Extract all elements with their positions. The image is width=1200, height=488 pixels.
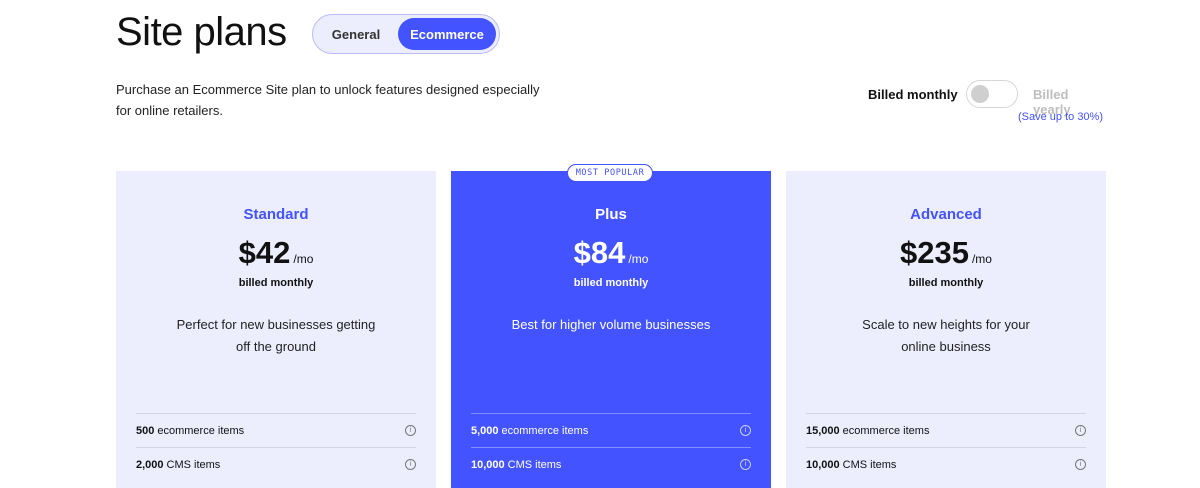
description-line: Best for higher volume businesses	[511, 317, 711, 332]
billed-note: billed monthly	[573, 277, 649, 289]
info-icon[interactable]: i	[1075, 459, 1086, 470]
plan-price: $84	[573, 235, 626, 270]
save-note: (Save up to 30%)	[1018, 111, 1103, 123]
feature-qty: 10,000	[806, 458, 840, 471]
billed-note: billed monthly	[908, 277, 984, 289]
plan-description: Best for higher volume businesses	[491, 314, 731, 336]
feature-label: ecommerce items	[842, 424, 930, 437]
plan-price: $42	[238, 235, 291, 270]
feature-text: 5,000 ecommerce items	[471, 425, 588, 437]
feature-qty: 15,000	[806, 424, 840, 437]
info-icon[interactable]: i	[1075, 425, 1086, 436]
info-icon[interactable]: i	[405, 459, 416, 470]
billing-toggle[interactable]	[966, 80, 1018, 108]
feature-text: 500 ecommerce items	[136, 425, 244, 437]
intro-text: Purchase an Ecommerce Site plan to unloc…	[116, 79, 566, 121]
feature-list: 15,000 ecommerce items i 10,000 CMS items …	[806, 413, 1086, 481]
intro-line: for online retailers.	[116, 103, 223, 118]
info-icon[interactable]: i	[740, 459, 751, 470]
description-line: Scale to new heights for your	[862, 317, 1030, 332]
plan-card-advanced: Advanced $235 /mo billed monthly Scale t…	[786, 171, 1106, 488]
description-line: off the ground	[236, 339, 316, 354]
price-row: $84 /mo	[451, 235, 771, 271]
billing-switch: Billed monthly Billed yearly (Save up to…	[868, 80, 1108, 126]
feature-row: 15,000 ecommerce items i	[806, 413, 1086, 447]
description-line: online business	[901, 339, 991, 354]
plan-name: Advanced	[910, 206, 982, 223]
billed-note: billed monthly	[238, 277, 314, 289]
feature-row: 2,000 CMS items i	[136, 447, 416, 481]
page-title: Site plans	[116, 10, 287, 54]
feature-row: 5,000 ecommerce items i	[471, 413, 751, 447]
billed-monthly-label: Billed monthly	[868, 87, 958, 102]
description-line: Perfect for new businesses getting	[176, 317, 376, 332]
feature-qty: 5,000	[471, 424, 499, 437]
feature-text: 2,000 CMS items	[136, 459, 220, 471]
feature-label: CMS items	[842, 458, 897, 471]
feature-list: 500 ecommerce items i 2,000 CMS items i	[136, 413, 416, 481]
feature-qty: 10,000	[471, 458, 505, 471]
price-unit: /mo	[628, 252, 649, 266]
feature-label: ecommerce items	[157, 424, 245, 437]
info-icon[interactable]: i	[740, 425, 751, 436]
feature-qty: 500	[136, 424, 155, 437]
feature-label: CMS items	[166, 458, 221, 471]
plan-card-standard: Standard $42 /mo billed monthly Perfect …	[116, 171, 436, 488]
feature-text: 10,000 CMS items	[806, 459, 896, 471]
toggle-knob	[971, 85, 989, 103]
feature-qty: 2,000	[136, 458, 164, 471]
price-row: $235 /mo	[786, 235, 1106, 271]
feature-row: 500 ecommerce items i	[136, 413, 416, 447]
feature-list: 5,000 ecommerce items i 10,000 CMS items i	[471, 413, 751, 481]
feature-label: ecommerce items	[501, 424, 589, 437]
ecommerce-tab[interactable]: Ecommerce	[398, 18, 496, 50]
plan-card-plus: Plus $84 /mo billed monthly Best for hig…	[451, 171, 771, 488]
plan-price: $235	[900, 235, 969, 270]
feature-text: 15,000 ecommerce items	[806, 425, 929, 437]
price-row: $42 /mo	[116, 235, 436, 271]
plan-name: Plus	[595, 206, 627, 223]
feature-text: 10,000 CMS items	[471, 459, 561, 471]
info-icon[interactable]: i	[405, 425, 416, 436]
price-unit: /mo	[293, 252, 314, 266]
feature-label: CMS items	[507, 458, 562, 471]
plan-description: Perfect for new businesses getting off t…	[156, 314, 396, 358]
price-unit: /mo	[971, 252, 992, 266]
feature-row: 10,000 CMS items i	[471, 447, 751, 481]
general-tab[interactable]: General	[316, 18, 396, 50]
most-popular-badge: MOST POPULAR	[567, 164, 653, 182]
feature-row: 10,000 CMS items i	[806, 447, 1086, 481]
plan-description: Scale to new heights for your online bus…	[826, 314, 1066, 358]
intro-line: Purchase an Ecommerce Site plan to unloc…	[116, 82, 540, 97]
plan-type-toggle: General Ecommerce	[312, 14, 500, 54]
plan-name: Standard	[243, 206, 309, 223]
